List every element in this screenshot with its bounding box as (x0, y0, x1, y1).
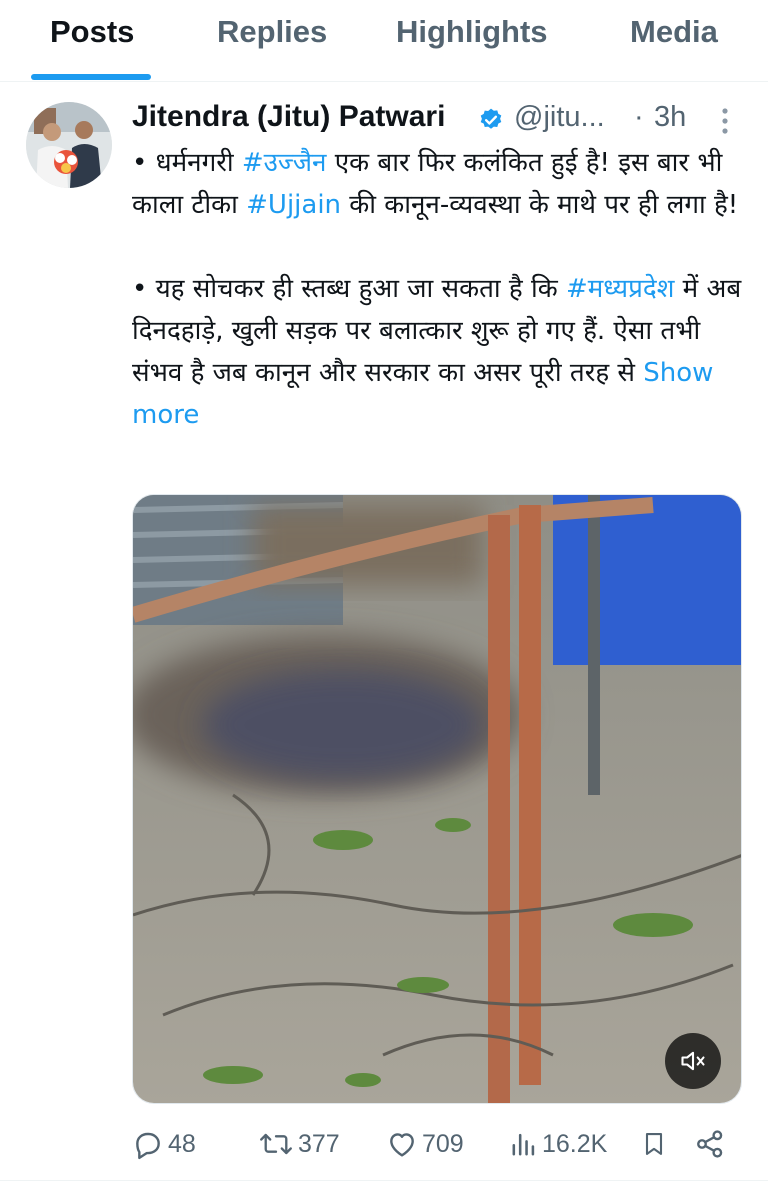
avatar[interactable] (26, 102, 112, 188)
post-paragraph-1: • धर्मनगरी #उज्जैन एक बार फिर कलंकित हुई… (132, 142, 744, 226)
author-handle[interactable]: @jitu... (514, 101, 605, 134)
tab-media[interactable]: Media (630, 14, 718, 50)
like-count: 709 (422, 1129, 464, 1158)
author-name[interactable]: Jitendra (Jitu) Patwari (132, 100, 445, 134)
video-frame (133, 495, 741, 1103)
tab-posts[interactable]: Posts (50, 14, 134, 50)
views-count: 16.2K (542, 1129, 608, 1158)
bookmark-button[interactable] (640, 1122, 672, 1166)
text-segment: • धर्मनगरी (132, 148, 242, 178)
post-header: Jitendra (Jitu) Patwari @jitu... · 3h (132, 100, 752, 140)
more-vertical-icon[interactable] (710, 104, 740, 138)
hashtag-link[interactable]: #मध्यप्रदेश (566, 274, 674, 304)
post-text: • धर्मनगरी #उज्जैन एक बार फिर कलंकित हुई… (132, 142, 744, 436)
repost-count: 377 (298, 1129, 340, 1158)
verified-badge-icon (478, 107, 504, 133)
mute-button[interactable] (665, 1033, 721, 1089)
hashtag-link[interactable]: #उज्जैन (242, 148, 327, 178)
reply-button[interactable]: 48 (132, 1122, 196, 1166)
reply-count: 48 (168, 1129, 196, 1158)
tab-replies[interactable]: Replies (217, 14, 327, 50)
reply-icon (136, 1132, 160, 1160)
hashtag-link[interactable]: #Ujjain (246, 190, 341, 220)
share-icon (697, 1130, 723, 1158)
text-segment: की कानून-व्यवस्था के माथे पर ही लगा है! (341, 190, 739, 220)
volume-muted-icon (681, 1051, 705, 1071)
repost-icon (260, 1133, 292, 1155)
tab-highlights[interactable]: Highlights (396, 14, 548, 50)
bookmark-icon (645, 1133, 663, 1155)
post-actions: 48 377 709 16.2K (132, 1122, 744, 1166)
heart-icon (390, 1133, 414, 1157)
views-button[interactable]: 16.2K (510, 1122, 607, 1166)
text-segment: • यह सोचकर ही स्तब्ध हुआ जा सकता है कि (132, 274, 566, 304)
share-button[interactable] (694, 1122, 730, 1166)
like-button[interactable]: 709 (386, 1122, 464, 1166)
avatar-image (26, 102, 112, 188)
repost-button[interactable]: 377 (258, 1122, 340, 1166)
active-tab-indicator (31, 74, 151, 80)
post-video[interactable] (132, 494, 742, 1104)
profile-tabs: Posts Replies Highlights Media (0, 0, 768, 82)
separator: · (634, 101, 644, 133)
views-icon (512, 1133, 535, 1156)
post-timestamp[interactable]: 3h (654, 101, 686, 134)
divider (0, 1180, 768, 1181)
post-paragraph-2: • यह सोचकर ही स्तब्ध हुआ जा सकता है कि #… (132, 268, 744, 436)
